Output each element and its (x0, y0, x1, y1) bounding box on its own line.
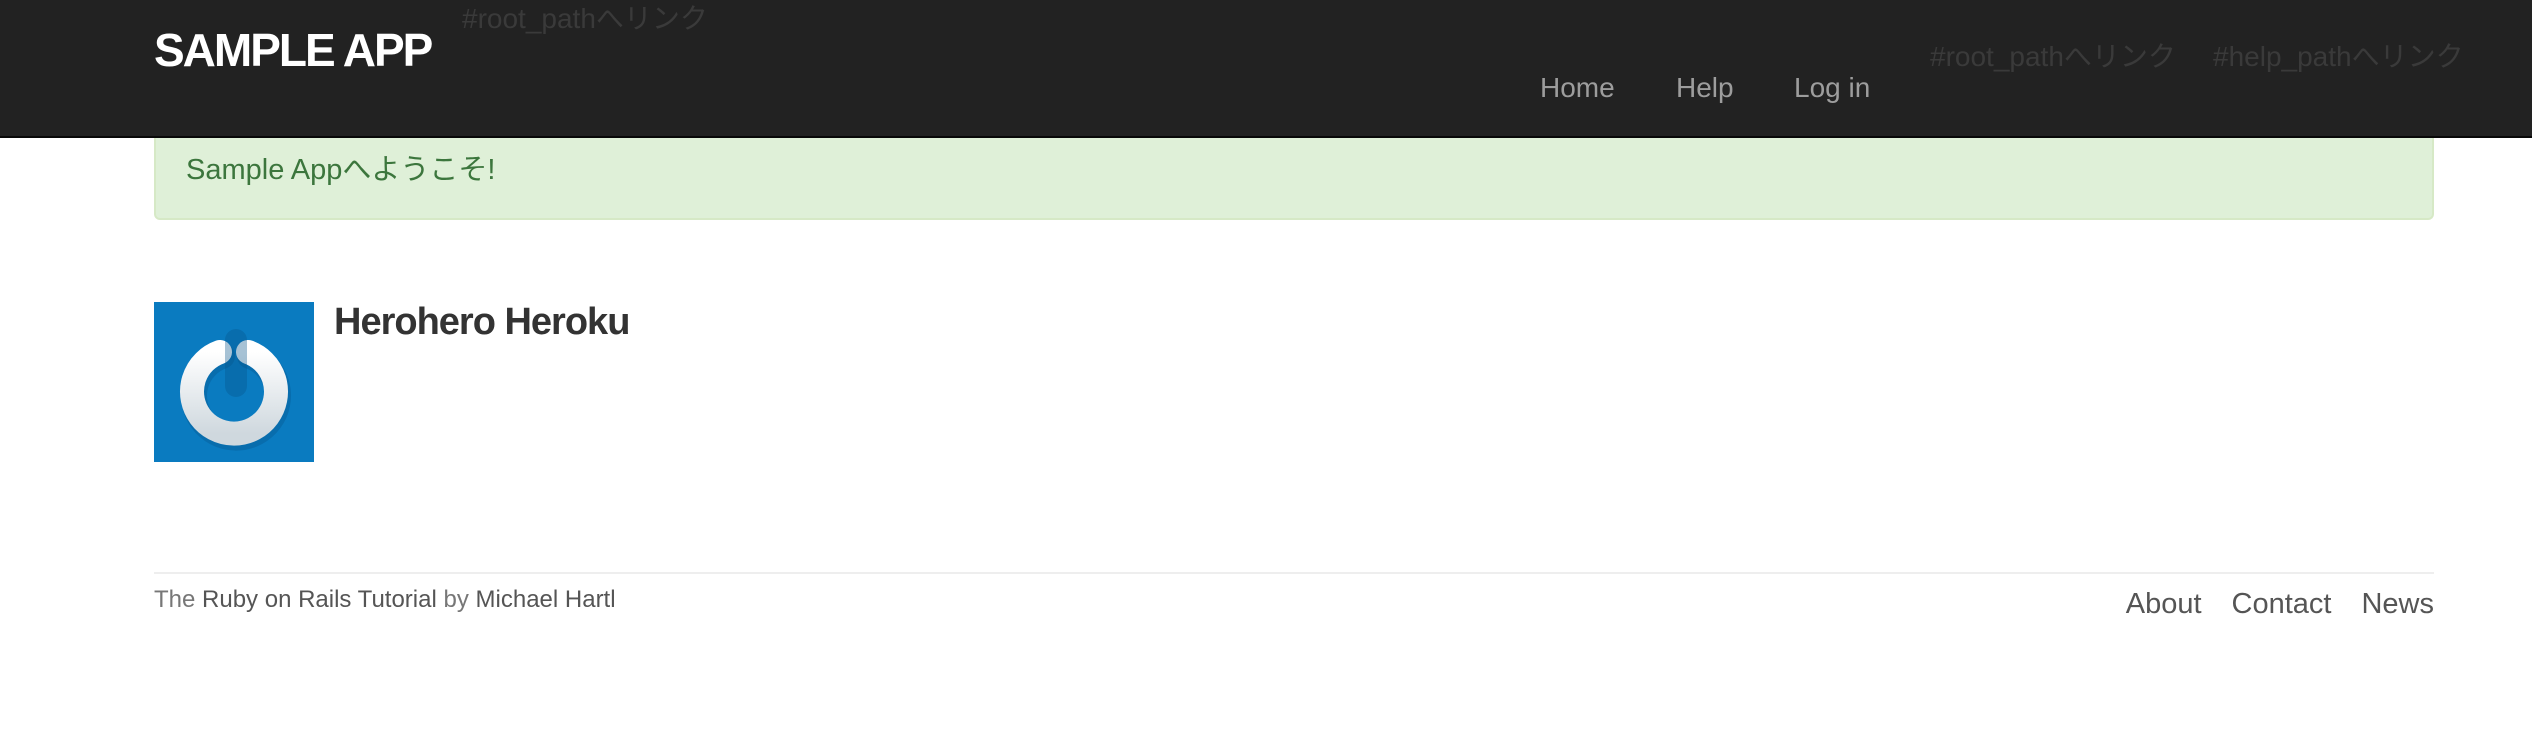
logo-link[interactable]: SAMPLE APP (154, 22, 433, 78)
navbar: SAMPLE APP #root_pathへリンク #root_pathへリンク… (0, 0, 2532, 138)
flash-success-message: Sample Appへようこそ! (154, 138, 2434, 220)
nav-home-link[interactable]: Home (1540, 70, 1615, 106)
tutorial-link[interactable]: Ruby on Rails Tutorial (202, 586, 437, 613)
footer-credit-the: The (154, 586, 196, 613)
user-name-heading: Herohero Heroku (334, 301, 630, 343)
footer-nav: About Contact News (2126, 586, 2434, 622)
gravatar-power-icon (180, 326, 291, 451)
debug-root-link-text: #root_pathへリンク (462, 3, 708, 34)
nav-login-link[interactable]: Log in (1794, 70, 1870, 106)
debug-help-link-text: #help_pathへリンク (2213, 41, 2464, 72)
footer-credit-by: by (443, 586, 469, 613)
footer-credit: The Ruby on Rails Tutorial by Michael Ha… (154, 584, 616, 616)
footer-about-link[interactable]: About (2126, 586, 2202, 622)
footer-divider (154, 572, 2434, 574)
nav-help-link[interactable]: Help (1676, 70, 1734, 106)
footer-contact-link[interactable]: Contact (2232, 586, 2332, 622)
footer-news-link[interactable]: News (2361, 586, 2434, 622)
debug-root-link-text: #root_pathへリンク (1930, 41, 2176, 72)
author-link[interactable]: Michael Hartl (476, 586, 616, 613)
user-avatar (154, 302, 314, 462)
